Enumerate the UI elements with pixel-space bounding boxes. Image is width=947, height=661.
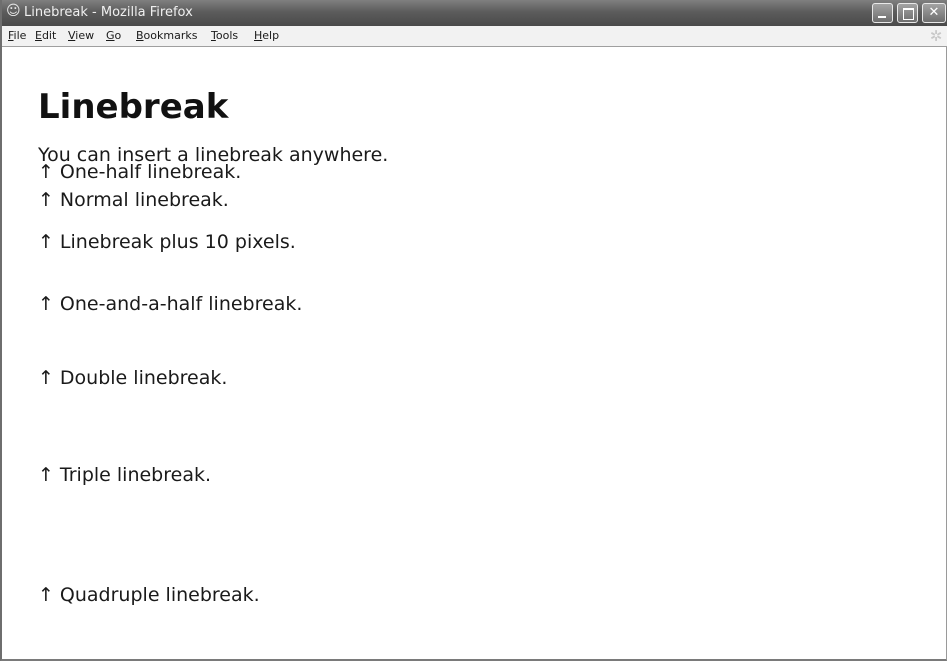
- line-normal: ↑ Normal linebreak.: [38, 189, 229, 211]
- up-arrow-icon: ↑: [38, 161, 54, 183]
- line-text: Triple linebreak.: [59, 464, 212, 486]
- line-double: ↑ Double linebreak.: [38, 367, 227, 389]
- up-arrow-icon: ↑: [38, 464, 54, 486]
- window-title: Linebreak - Mozilla Firefox: [24, 5, 193, 20]
- line-text: Double linebreak.: [59, 367, 228, 389]
- line-text: One-and-a-half linebreak.: [59, 293, 303, 315]
- close-button[interactable]: ✕: [922, 3, 946, 23]
- menu-help[interactable]: Help: [254, 29, 279, 43]
- line-one-half: ↑ One-half linebreak.: [38, 161, 241, 183]
- menu-file[interactable]: File: [8, 29, 26, 43]
- menu-tools[interactable]: Tools: [211, 29, 238, 43]
- up-arrow-icon: ↑: [38, 367, 54, 389]
- line-triple: ↑ Triple linebreak.: [38, 464, 211, 486]
- menu-bar: File Edit View Go Bookmarks Tools Help: [2, 26, 947, 47]
- menu-go[interactable]: Go: [106, 29, 121, 43]
- line-one-and-a-half: ↑ One-and-a-half linebreak.: [38, 293, 302, 315]
- throbber-icon: ✲: [929, 27, 943, 45]
- line-plus-10px: ↑ Linebreak plus 10 pixels.: [38, 231, 296, 253]
- close-icon: ✕: [928, 5, 940, 20]
- line-text: One-half linebreak.: [59, 161, 242, 183]
- up-arrow-icon: ↑: [38, 231, 54, 253]
- page-content: Linebreak You can insert a linebreak any…: [2, 47, 946, 659]
- minimize-icon: [878, 16, 886, 18]
- up-arrow-icon: ↑: [38, 293, 54, 315]
- menu-view[interactable]: View: [68, 29, 94, 43]
- minimize-button[interactable]: [872, 3, 893, 23]
- maximize-icon: [903, 8, 914, 20]
- line-quadruple: ↑ Quadruple linebreak.: [38, 584, 260, 606]
- menu-edit[interactable]: Edit: [35, 29, 56, 43]
- line-text: Normal linebreak.: [59, 189, 229, 211]
- browser-window: ☺ Linebreak - Mozilla Firefox ✕ File Edi…: [0, 0, 947, 661]
- firefox-icon: ☺: [6, 3, 21, 19]
- maximize-button[interactable]: [897, 3, 918, 23]
- title-bar[interactable]: ☺ Linebreak - Mozilla Firefox ✕: [2, 0, 947, 26]
- menu-bookmarks[interactable]: Bookmarks: [136, 29, 197, 43]
- line-text: Quadruple linebreak.: [59, 584, 260, 606]
- up-arrow-icon: ↑: [38, 584, 54, 606]
- page-heading: Linebreak: [38, 87, 229, 127]
- line-text: Linebreak plus 10 pixels.: [59, 231, 296, 253]
- up-arrow-icon: ↑: [38, 189, 54, 211]
